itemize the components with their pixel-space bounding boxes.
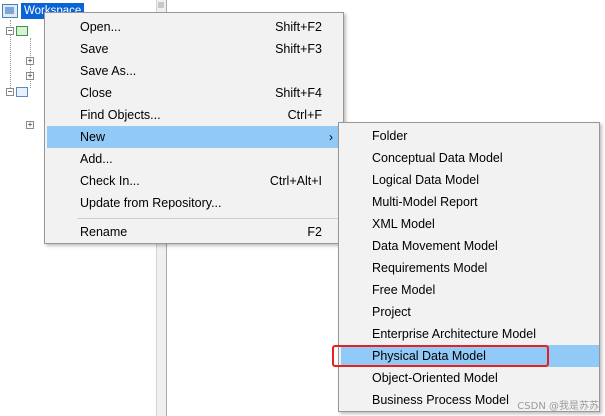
model-icon <box>16 26 28 36</box>
submenu-item-label: Business Process Model <box>372 393 509 407</box>
collapse-icon[interactable]: − <box>6 27 14 35</box>
submenu-item-label: XML Model <box>372 217 435 231</box>
menu-item-label: New <box>80 130 106 144</box>
tree-node[interactable]: − <box>6 86 28 98</box>
submenu-item-logical-data-model[interactable]: Logical Data Model <box>341 169 599 191</box>
submenu-item-label: Requirements Model <box>372 261 488 275</box>
scroll-thumb[interactable] <box>158 2 164 8</box>
submenu-item-label: Conceptual Data Model <box>372 151 503 165</box>
submenu-item-label: Physical Data Model <box>372 349 486 363</box>
menu-item-save-as[interactable]: Save As... <box>47 60 341 82</box>
menu-item-label: Save <box>80 42 109 56</box>
submenu-item-xml-model[interactable]: XML Model <box>341 213 599 235</box>
tree-node[interactable]: + <box>26 119 34 131</box>
menu-item-label: Close <box>80 86 112 100</box>
submenu-item-data-movement-model[interactable]: Data Movement Model <box>341 235 599 257</box>
submenu-item-label: Free Model <box>372 283 436 297</box>
submenu-item-label: Logical Data Model <box>372 173 480 187</box>
collapse-icon[interactable]: − <box>6 88 14 96</box>
submenu-item-label: Folder <box>372 129 408 143</box>
submenu-item-label: Project <box>372 305 411 319</box>
menu-item-new[interactable]: New › <box>47 126 341 148</box>
expand-icon[interactable]: + <box>26 72 34 80</box>
menu-item-add[interactable]: Add... <box>47 148 341 170</box>
menu-item-check-in[interactable]: Check In... Ctrl+Alt+I <box>47 170 341 192</box>
menu-item-label: Find Objects... <box>80 108 161 122</box>
menu-item-shortcut: Ctrl+Alt+I <box>269 174 322 188</box>
menu-item-shortcut: F2 <box>307 225 322 239</box>
menu-item-shortcut: Ctrl+F <box>287 108 322 122</box>
submenu-item-physical-data-model[interactable]: Physical Data Model <box>341 345 599 367</box>
submenu-item-free-model[interactable]: Free Model <box>341 279 599 301</box>
menu-item-update-from-repository[interactable]: Update from Repository... <box>47 192 341 214</box>
expand-icon[interactable]: + <box>26 121 34 129</box>
tree-node[interactable]: + <box>26 70 34 82</box>
menu-item-label: Rename <box>80 225 128 239</box>
menu-item-label: Update from Repository... <box>80 196 222 210</box>
menu-item-save[interactable]: Save Shift+F3 <box>47 38 341 60</box>
tree-node[interactable]: + <box>26 55 34 67</box>
submenu-item-label: Data Movement Model <box>372 239 498 253</box>
menu-separator <box>77 218 339 219</box>
submenu-item-requirements-model[interactable]: Requirements Model <box>341 257 599 279</box>
menu-item-label: Check In... <box>80 174 140 188</box>
submenu-arrow-icon: › <box>329 130 333 144</box>
context-menu: Open... Shift+F2 Save Shift+F3 Save As..… <box>44 12 344 244</box>
menu-item-close[interactable]: Close Shift+F4 <box>47 82 341 104</box>
menu-item-find-objects[interactable]: Find Objects... Ctrl+F <box>47 104 341 126</box>
menu-item-label: Add... <box>80 152 113 166</box>
submenu-item-label: Multi-Model Report <box>372 195 478 209</box>
submenu-item-folder[interactable]: Folder <box>341 125 599 147</box>
menu-item-open[interactable]: Open... Shift+F2 <box>47 16 341 38</box>
watermark: CSDN @我是苏苏 <box>517 401 599 412</box>
submenu-item-label: Enterprise Architecture Model <box>372 327 536 341</box>
submenu-item-enterprise-architecture-model[interactable]: Enterprise Architecture Model <box>341 323 599 345</box>
submenu-item-conceptual-data-model[interactable]: Conceptual Data Model <box>341 147 599 169</box>
submenu-item-multi-model-report[interactable]: Multi-Model Report <box>341 191 599 213</box>
tree-node[interactable]: − <box>6 25 28 37</box>
menu-item-shortcut: Shift+F3 <box>275 42 322 56</box>
menu-item-label: Save As... <box>80 64 137 78</box>
expand-icon[interactable]: + <box>26 57 34 65</box>
new-submenu: Folder Conceptual Data Model Logical Dat… <box>338 122 600 412</box>
menu-item-label: Open... <box>80 20 121 34</box>
menu-item-rename[interactable]: Rename F2 <box>47 221 341 243</box>
submenu-item-object-oriented-model[interactable]: Object-Oriented Model <box>341 367 599 389</box>
menu-item-shortcut: Shift+F2 <box>275 20 322 34</box>
model-icon <box>16 87 28 97</box>
workspace-icon <box>2 4 18 18</box>
menu-item-shortcut: Shift+F4 <box>275 86 322 100</box>
submenu-item-label: Object-Oriented Model <box>372 371 498 385</box>
submenu-item-project[interactable]: Project <box>341 301 599 323</box>
